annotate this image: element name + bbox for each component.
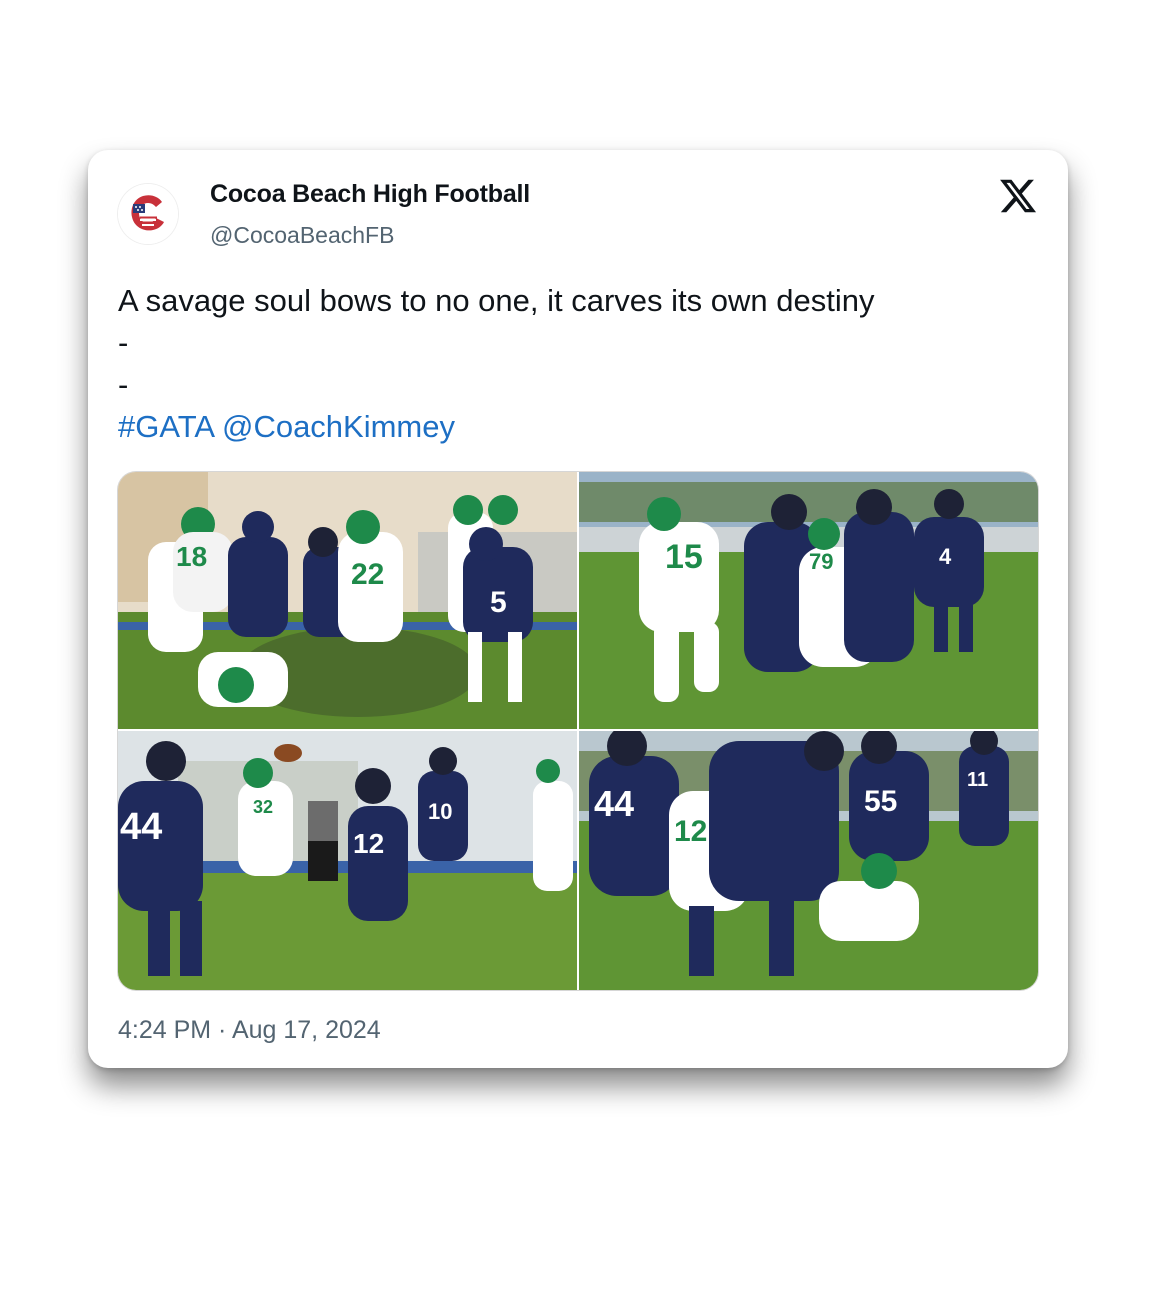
tweet-text-dash: - [118, 367, 129, 402]
jersey-number: 4 [939, 544, 952, 569]
tweet-text-dash: - [118, 325, 129, 360]
photo-3[interactable]: 44 32 12 10 [118, 731, 577, 990]
tweet-card: Cocoa Beach High Football @CocoaBeachFB … [88, 150, 1068, 1068]
jersey-number: 32 [253, 797, 273, 817]
flag-c-logo [118, 184, 178, 244]
photo-4[interactable]: 44 12 55 11 [579, 731, 1038, 990]
football-photo-image: 18 22 5 [118, 472, 577, 729]
football-photo-image: 44 12 55 11 [579, 731, 1038, 990]
avatar[interactable] [118, 184, 178, 244]
jersey-number: 12 [353, 828, 384, 859]
tweet-tags-line: #GATA @CoachKimmey [118, 406, 1038, 448]
jersey-number: 79 [809, 549, 833, 574]
jersey-number: 22 [351, 558, 384, 591]
jersey-number: 12 [674, 815, 707, 848]
media-grid: 18 22 5 15 79 4 44 32 12 10 44 12 55 11 [118, 472, 1038, 990]
jersey-number: 18 [176, 541, 207, 572]
photo-2[interactable]: 15 79 4 [579, 472, 1038, 729]
hashtag-link[interactable]: #GATA [118, 409, 213, 444]
user-handle[interactable]: @CocoaBeachFB [210, 222, 394, 249]
jersey-number: 55 [864, 785, 897, 818]
tweet-timestamp[interactable]: 4:24 PM · Aug 17, 2024 [118, 1016, 381, 1045]
jersey-number: 44 [594, 783, 634, 824]
x-logo-icon[interactable] [998, 176, 1038, 216]
tweet-text-line: A savage soul bows to no one, it carves … [118, 283, 875, 318]
jersey-number: 5 [490, 586, 507, 619]
jersey-number: 10 [428, 799, 452, 824]
jersey-number: 11 [967, 769, 988, 791]
display-name[interactable]: Cocoa Beach High Football [210, 180, 530, 209]
tweet-text: A savage soul bows to no one, it carves … [118, 280, 1038, 448]
photo-1[interactable]: 18 22 5 [118, 472, 577, 729]
football-photo-image: 44 32 12 10 [118, 731, 577, 990]
jersey-number: 15 [665, 538, 703, 576]
football-photo-image: 15 79 4 [579, 472, 1038, 729]
jersey-number: 44 [120, 806, 162, 848]
mention-link[interactable]: @CoachKimmey [222, 409, 455, 444]
